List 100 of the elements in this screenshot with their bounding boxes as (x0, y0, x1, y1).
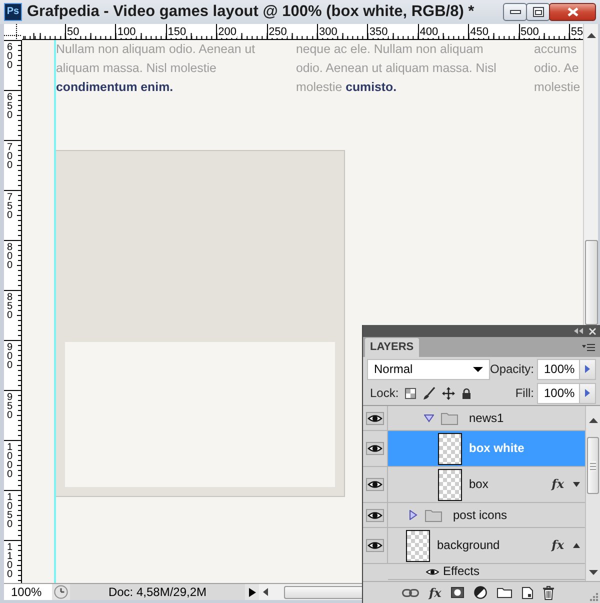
fx-button[interactable]: fx (429, 586, 442, 598)
checkerboard-icon[interactable] (404, 388, 416, 398)
ruler-label: 150 (168, 27, 186, 38)
close-icon[interactable] (589, 328, 596, 334)
ruler-label: 50 (67, 27, 80, 38)
ruler-label: 950 (7, 393, 17, 420)
padlock-icon[interactable] (462, 388, 471, 398)
layers-scrollbar[interactable] (585, 406, 600, 581)
folder-icon (441, 412, 458, 424)
fx-label: fx (552, 538, 564, 553)
minimize-button[interactable] (503, 3, 527, 21)
ruler-label: 350 (369, 27, 388, 38)
eye-icon[interactable] (366, 442, 384, 455)
layer-thumbnail (406, 530, 430, 562)
folder-icon (425, 508, 442, 522)
collapse-icon[interactable] (574, 328, 583, 334)
layer-row[interactable]: Effects (388, 564, 585, 580)
play-icon (248, 588, 256, 596)
caret-icon[interactable] (573, 482, 580, 487)
ruler-label: 400 (420, 27, 438, 38)
folder-icon[interactable] (497, 587, 512, 598)
ruler-label: 850 (7, 293, 17, 320)
app-logo: Ps (4, 3, 22, 21)
scroll-up-icon[interactable] (588, 418, 598, 423)
fx-label: fx (552, 477, 564, 492)
scroll-up-icon[interactable] (586, 33, 596, 38)
ruler-label: 600 (7, 43, 17, 70)
eye-icon[interactable] (366, 412, 384, 424)
half-circle-icon[interactable] (474, 586, 488, 599)
layer-thumbnail (438, 468, 462, 500)
eye-icon[interactable] (366, 478, 384, 491)
fill-slider-button[interactable] (580, 382, 596, 404)
ruler-label: 250 (268, 27, 287, 38)
layer-name: Effects (443, 564, 480, 579)
eye-icon[interactable] (426, 568, 439, 576)
body-text: neque ac ele. Nullam non aliquam odio. Aenean ut aliquam massa. Nisl molestie cumisto. (296, 41, 498, 96)
new-page-icon[interactable] (522, 586, 534, 598)
close-button[interactable] (549, 3, 596, 21)
play-icon (585, 389, 590, 397)
scroll-thumb[interactable] (284, 586, 362, 598)
body-text: accums odio. Ae molestie (534, 41, 582, 96)
minimize-icon (510, 10, 520, 14)
move-icon[interactable] (442, 386, 455, 400)
ruler-label: 200 (218, 27, 237, 38)
document-info: Doc: 4,58M/29,2M (70, 584, 245, 600)
ruler-label: 800 (7, 243, 17, 270)
ruler-label: 450 (470, 27, 488, 38)
fill-field[interactable]: 100% (537, 382, 580, 404)
ruler-label: 55 (570, 27, 583, 38)
ruler-label: 500 (520, 27, 539, 38)
ruler-label: 1050 (7, 493, 17, 529)
expand-triangle-icon[interactable] (408, 510, 418, 520)
scroll-thumb[interactable] (587, 437, 599, 494)
horizontal-scrollbar[interactable] (259, 584, 362, 600)
ruler-label: 900 (7, 343, 17, 370)
ruler-label: 300 (318, 27, 338, 38)
ruler-label: 650 (7, 93, 17, 120)
window-title: Grafpedia - Video games layout @ 100% (box white, RGB/8) * (27, 2, 474, 22)
lock-label: Lock: (370, 386, 399, 400)
layer-row[interactable]: background fx (388, 528, 585, 564)
play-icon (585, 365, 590, 373)
layer-name: box white (469, 441, 524, 456)
ruler-label: 1100 (7, 543, 17, 579)
vertical-scrollbar[interactable] (583, 24, 598, 325)
opacity-slider-button[interactable] (580, 358, 596, 380)
maximize-button[interactable] (526, 3, 550, 21)
fill-label: Fill: (515, 386, 534, 400)
layer-thumbnail (438, 432, 462, 464)
ruler-label: 700 (7, 143, 17, 170)
link-icon[interactable] (402, 588, 419, 596)
panel-menu-icon[interactable] (582, 344, 595, 350)
ruler-label: 750 (7, 193, 17, 220)
body-text: Nullam non aliquam odio. Aenean ut aliquam massa. Nisl molestie condimentum enim. (56, 41, 256, 96)
caret-icon[interactable] (573, 543, 580, 548)
layer-name: post icons (453, 508, 508, 522)
eye-icon[interactable] (366, 508, 384, 522)
caret-icon (472, 366, 483, 372)
maximize-icon (532, 7, 544, 17)
layer-name: news1 (469, 410, 504, 426)
blend-mode-dropdown[interactable]: Normal (367, 358, 490, 380)
layer-name: box (469, 477, 488, 492)
layers-tab[interactable]: LAYERS (365, 338, 419, 357)
trash-icon[interactable] (543, 586, 554, 600)
scroll-left-icon[interactable] (263, 588, 268, 596)
scroll-thumb[interactable] (584, 240, 598, 325)
expand-triangle-icon[interactable] (424, 413, 434, 423)
scroll-down-icon[interactable] (588, 570, 598, 575)
brush-icon[interactable] (422, 386, 435, 400)
ruler-label: 1000 (7, 443, 17, 479)
clock-icon[interactable] (54, 585, 68, 599)
opacity-label: Opacity: (490, 362, 534, 376)
layer-row[interactable]: box fx (388, 467, 585, 503)
ruler-label: 100 (117, 27, 136, 38)
opacity-field[interactable]: 100% (537, 358, 580, 380)
close-icon (566, 7, 578, 17)
zoom-field[interactable]: 100% (4, 584, 52, 600)
layer-name: background (437, 538, 500, 553)
eye-icon[interactable] (366, 539, 384, 552)
resize-grip-icon[interactable] (589, 592, 598, 601)
mask-icon[interactable] (451, 587, 464, 598)
